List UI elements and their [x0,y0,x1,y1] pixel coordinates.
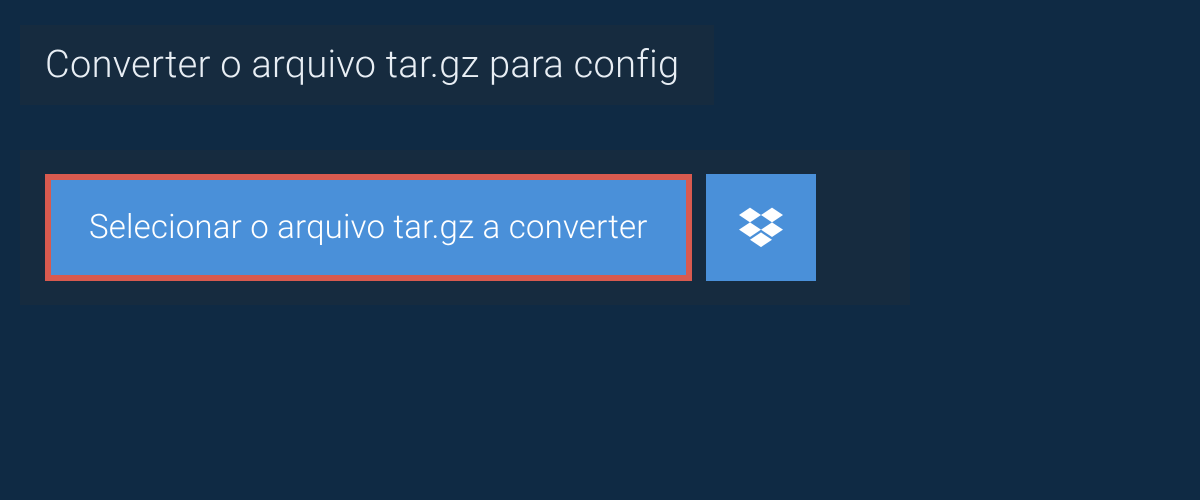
page-title: Converter o arquivo tar.gz para config [20,25,714,105]
select-button-highlight: Selecionar o arquivo tar.gz a converter [45,174,692,281]
select-file-button[interactable]: Selecionar o arquivo tar.gz a converter [51,180,686,275]
upload-panel: Selecionar o arquivo tar.gz a converter [20,150,910,305]
dropbox-icon [739,204,783,251]
main-container: Converter o arquivo tar.gz para config S… [0,0,1200,330]
dropbox-button[interactable] [706,174,816,281]
